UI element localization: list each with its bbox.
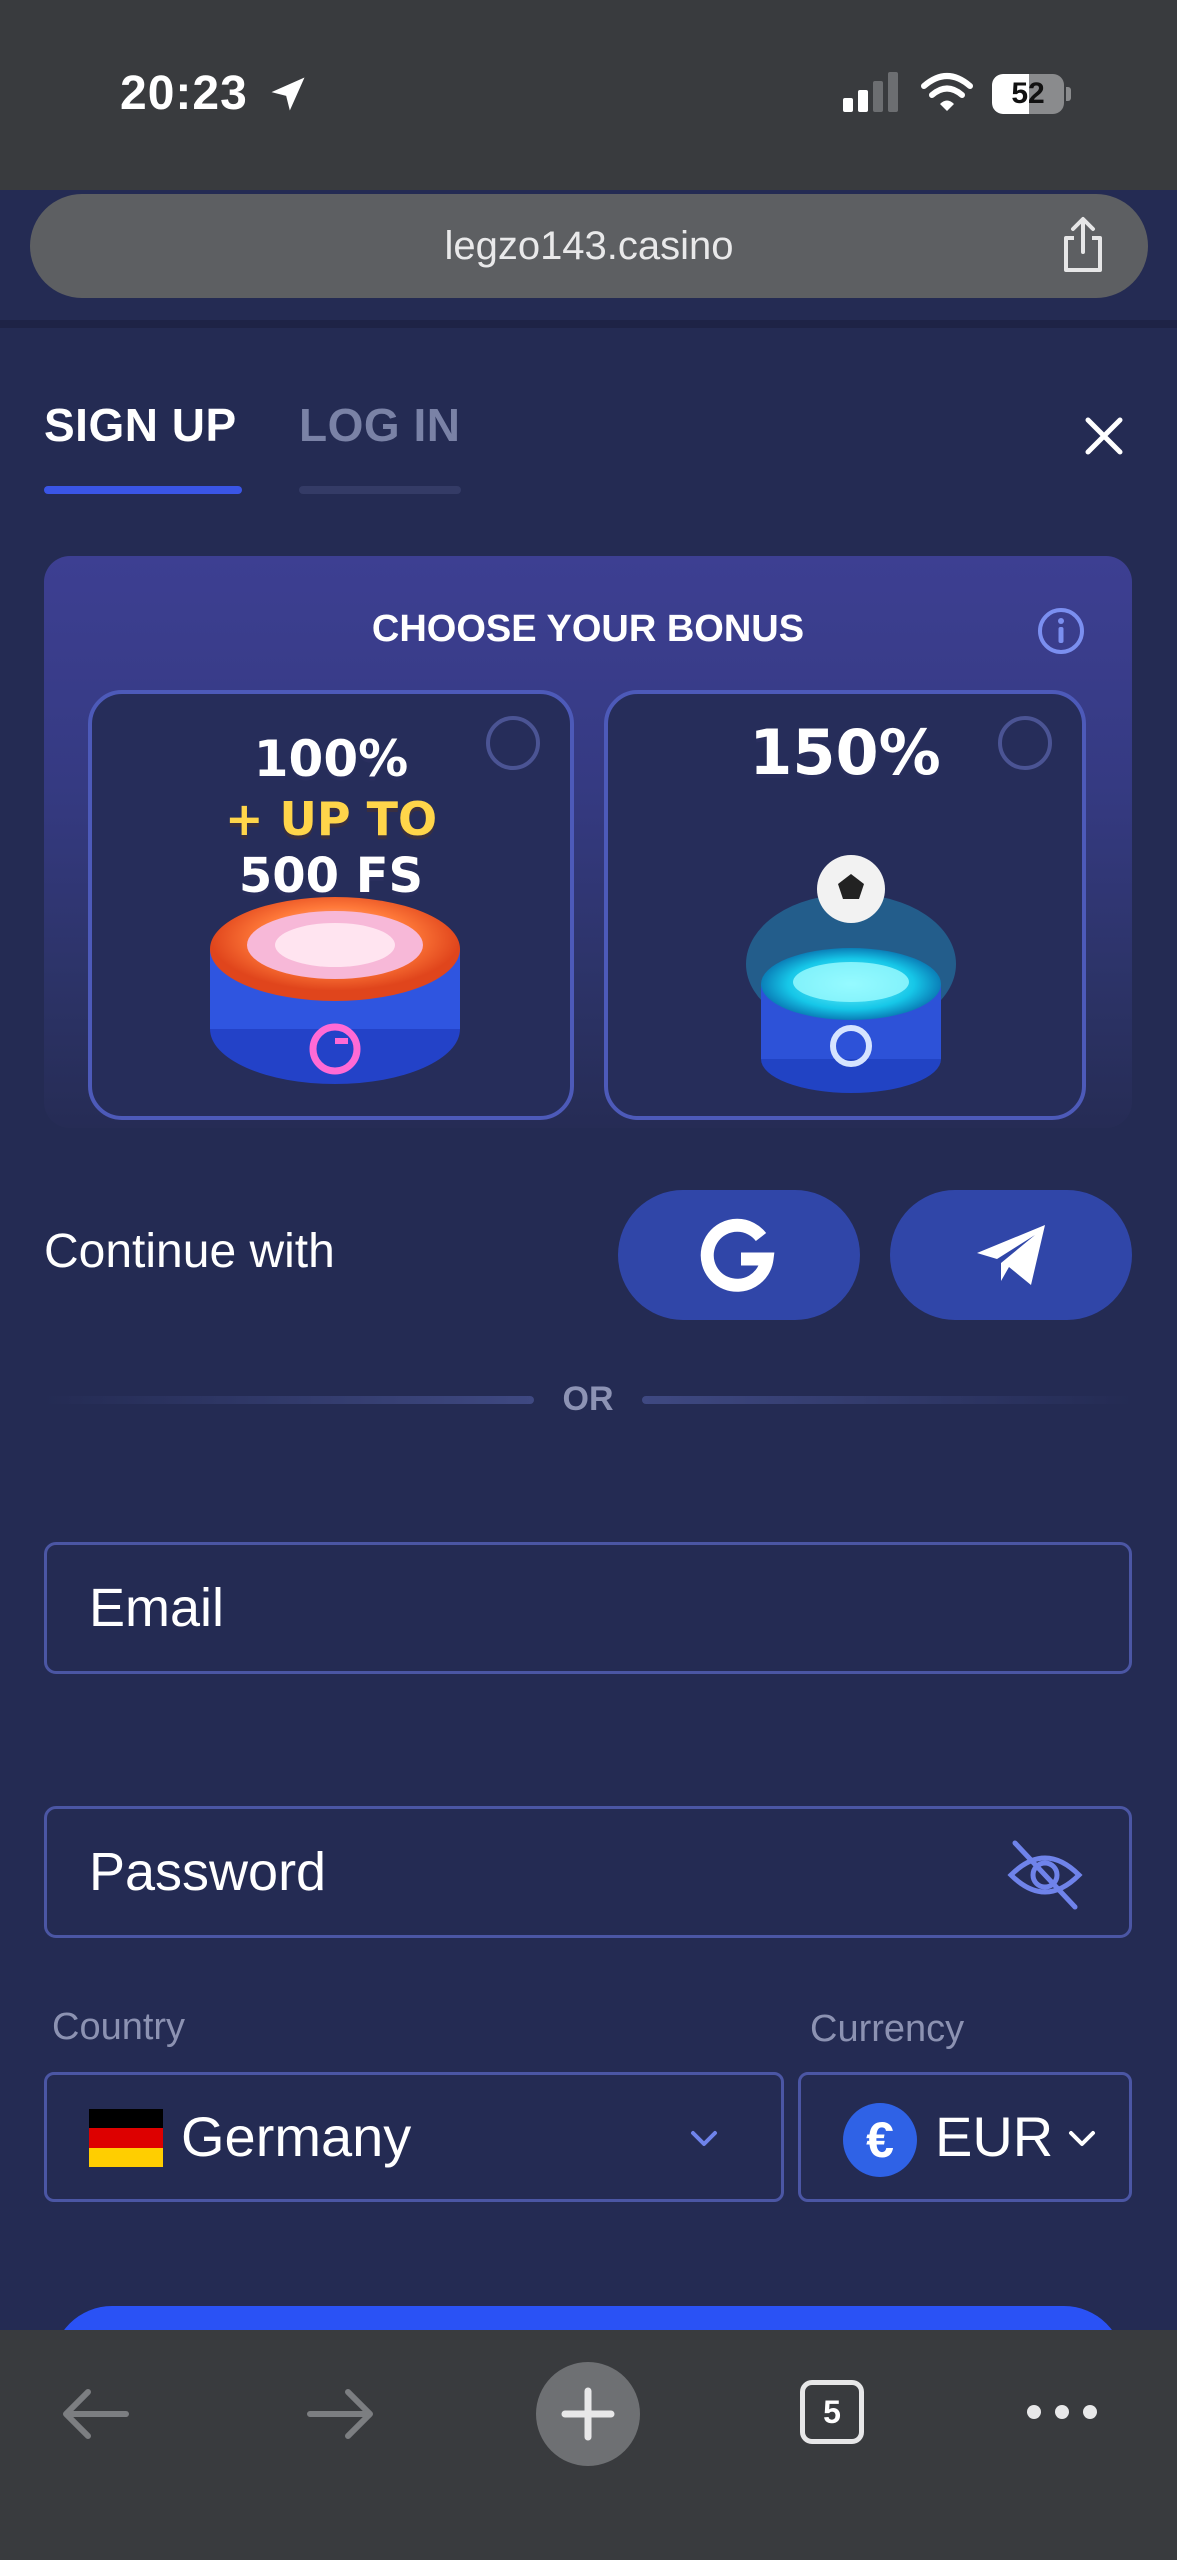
battery-indicator: 52 xyxy=(992,74,1072,116)
bonus-ball-illustration xyxy=(746,855,956,1093)
more-icon[interactable] xyxy=(1024,2390,1100,2434)
wifi-icon xyxy=(921,73,973,111)
bonus-panel: CHOOSE YOUR BONUS 100% + UP TO 500 FS 15 xyxy=(44,556,1132,1128)
cellular-signal-icon xyxy=(843,72,898,112)
chevron-down-icon xyxy=(691,2131,717,2146)
battery-percent: 52 xyxy=(1011,77,1045,110)
chevron-down-icon xyxy=(1069,2131,1095,2146)
currency-select[interactable]: € EUR xyxy=(798,2072,1132,2202)
bonus-option-150[interactable]: 150% xyxy=(604,690,1086,1120)
bonus-option-100[interactable]: 100% + UP TO 500 FS xyxy=(88,690,574,1120)
telegram-login-button[interactable] xyxy=(890,1190,1132,1320)
browser-toolbar: 5 xyxy=(0,2330,1177,2560)
email-field[interactable]: Email xyxy=(44,1542,1132,1674)
tab-count: 5 xyxy=(823,2394,841,2430)
country-label: Country xyxy=(52,2006,186,2048)
status-time: 20:23 xyxy=(120,67,248,120)
euro-icon: € xyxy=(843,2103,917,2177)
continue-with-label: Continue with xyxy=(44,1225,335,1278)
telegram-icon xyxy=(977,1225,1045,1285)
bonus-percent: 100% xyxy=(253,730,409,788)
currency-value: EUR xyxy=(935,2105,1054,2168)
bonus-percent: 150% xyxy=(749,716,941,789)
bonus-free-spins: 500 FS xyxy=(238,848,424,904)
currency-label: Currency xyxy=(810,2008,965,2050)
tabs-button[interactable]: 5 xyxy=(800,2380,864,2444)
plus-icon xyxy=(561,2387,615,2441)
divider-line-left xyxy=(44,1396,534,1404)
url-text: legzo143.casino xyxy=(444,224,734,268)
tab-sign-up[interactable]: SIGN UP xyxy=(44,398,237,452)
password-field[interactable]: Password xyxy=(44,1806,1132,1938)
google-login-button[interactable] xyxy=(618,1190,860,1320)
tab-sign-up-indicator xyxy=(44,486,242,494)
forward-arrow-icon[interactable] xyxy=(304,2382,378,2446)
country-value: Germany xyxy=(181,2105,412,2168)
location-arrow-icon xyxy=(271,77,305,111)
bonus-extra: + UP TO xyxy=(224,792,438,846)
eye-off-icon[interactable] xyxy=(1005,1835,1085,1915)
address-bar[interactable]: legzo143.casino xyxy=(30,194,1148,298)
email-placeholder: Email xyxy=(89,1578,225,1638)
divider-line-right xyxy=(642,1396,1132,1404)
share-icon[interactable] xyxy=(1056,216,1110,274)
tab-log-in-indicator xyxy=(299,486,461,494)
google-icon xyxy=(700,1218,775,1292)
country-select[interactable]: Germany xyxy=(44,2072,784,2202)
tab-log-in[interactable]: LOG IN xyxy=(299,398,460,452)
divider xyxy=(0,320,1177,328)
bonus-title: CHOOSE YOUR BONUS xyxy=(371,608,805,650)
or-divider: OR xyxy=(562,1380,614,1418)
germany-flag-icon xyxy=(89,2109,163,2167)
back-arrow-icon[interactable] xyxy=(58,2382,132,2446)
browser-chrome-top: 20:23 52 legzo143.casino xyxy=(0,0,1177,298)
password-placeholder: Password xyxy=(89,1842,327,1902)
info-icon[interactable] xyxy=(1036,606,1086,656)
new-tab-button[interactable] xyxy=(536,2362,640,2466)
close-icon[interactable] xyxy=(1080,412,1128,460)
